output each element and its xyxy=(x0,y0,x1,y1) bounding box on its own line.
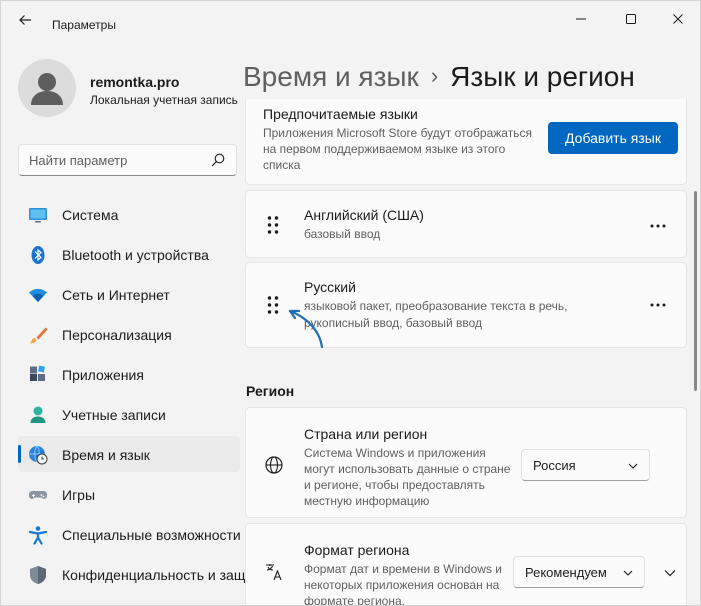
more-options-button[interactable] xyxy=(648,216,668,236)
wifi-icon xyxy=(29,288,47,302)
preferred-languages-title: Предпочитаемые языки xyxy=(263,106,418,122)
more-options-button[interactable] xyxy=(648,295,668,315)
user-silhouette-icon xyxy=(31,73,63,105)
search-icon[interactable] xyxy=(211,153,225,167)
display-icon xyxy=(29,208,47,223)
more-icon xyxy=(650,303,666,307)
page-title: Язык и регион xyxy=(450,61,635,92)
bluetooth-icon xyxy=(31,246,45,264)
breadcrumb-parent[interactable]: Время и язык xyxy=(243,61,419,92)
minimize-icon xyxy=(576,18,586,20)
drag-handle-icon[interactable] xyxy=(266,215,280,235)
sidebar-item-label: Учетные записи xyxy=(62,407,166,423)
expand-chevron-icon[interactable] xyxy=(663,566,677,580)
app-title: Параметры xyxy=(52,18,116,32)
region-format-select[interactable]: Рекомендуем xyxy=(513,556,645,588)
sidebar-item-accessibility[interactable]: Специальные возможности xyxy=(18,516,241,552)
region-format-description: Формат дат и времени в Windows и некотор… xyxy=(304,562,502,606)
region-format-title: Формат региона xyxy=(304,542,410,558)
language-name: Русский xyxy=(304,279,356,295)
sidebar-item-label: Конфиденциальность и защита xyxy=(62,567,268,583)
country-region-title: Страна или регион xyxy=(304,426,428,442)
sidebar-item-label: Сеть и Интернет xyxy=(62,287,170,303)
country-select-value: Россия xyxy=(533,458,576,473)
sidebar-item-time-language[interactable]: Время и язык xyxy=(18,436,240,472)
sidebar-item-label: Персонализация xyxy=(62,327,172,343)
sidebar-item-system[interactable]: Система xyxy=(18,196,240,232)
sidebar-item-label: Специальные возможности xyxy=(62,527,241,543)
globe-icon xyxy=(265,456,283,474)
sidebar-item-apps[interactable]: Приложения xyxy=(18,356,240,392)
country-select[interactable]: Россия xyxy=(521,449,650,481)
gamepad-icon xyxy=(29,491,47,499)
sidebar-item-label: Система xyxy=(62,207,119,223)
settings-window: Параметры remontka.pro Локальная учетная… xyxy=(0,0,701,606)
back-arrow-icon xyxy=(19,15,31,25)
sidebar-item-label: Игры xyxy=(62,487,96,503)
time-language-icon xyxy=(29,445,48,465)
region-heading: Регион xyxy=(246,383,295,399)
drag-handle-icon[interactable] xyxy=(266,295,280,315)
region-format-select-value: Рекомендуем xyxy=(525,565,607,580)
region-format-icon xyxy=(266,564,282,581)
sidebar-nav: Система Bluetooth и устройства Сеть и Ин… xyxy=(18,196,267,596)
user-name: remontka.pro xyxy=(90,74,180,90)
region-format-card[interactable]: Формат региона Формат дат и времени в Wi… xyxy=(245,523,687,606)
title-bar: Параметры xyxy=(1,1,700,37)
annotation-arrow-icon xyxy=(288,309,324,349)
language-description: базовый ввод xyxy=(304,227,381,241)
chevron-down-icon xyxy=(628,463,638,469)
country-region-description: Система Windows и приложения могут испол… xyxy=(304,446,511,508)
apps-icon xyxy=(30,365,46,381)
scrollbar[interactable] xyxy=(694,191,697,391)
maximize-icon xyxy=(626,14,636,24)
country-region-card: Страна или регион Система Windows и прил… xyxy=(245,407,687,518)
search-box[interactable] xyxy=(18,144,237,176)
sidebar-item-network[interactable]: Сеть и Интернет xyxy=(18,276,240,312)
preferred-languages-description: Приложения Microsoft Store будут отображ… xyxy=(263,126,532,172)
search-input[interactable] xyxy=(29,151,199,169)
account-type: Локальная учетная запись xyxy=(90,93,238,107)
language-name: Английский (США) xyxy=(304,207,424,223)
sidebar-item-gaming[interactable]: Игры xyxy=(18,476,240,512)
person-icon xyxy=(30,406,46,423)
maximize-button[interactable] xyxy=(608,5,654,33)
shield-icon xyxy=(30,566,46,584)
sidebar-item-label: Приложения xyxy=(62,367,144,383)
breadcrumb-separator: › xyxy=(430,63,439,88)
close-button[interactable] xyxy=(655,5,700,33)
sidebar-item-bluetooth[interactable]: Bluetooth и устройства xyxy=(18,236,240,272)
preferred-languages-card: Предпочитаемые языки Приложения Microsof… xyxy=(245,99,687,185)
chevron-down-icon xyxy=(623,570,633,576)
language-item-english[interactable]: Английский (США) базовый ввод xyxy=(245,190,687,258)
sidebar-item-label: Время и язык xyxy=(62,447,150,463)
close-icon xyxy=(673,14,683,24)
sidebar-item-personalization[interactable]: Персонализация xyxy=(18,316,240,352)
more-icon xyxy=(650,224,666,228)
sidebar-item-accounts[interactable]: Учетные записи xyxy=(18,396,240,432)
sidebar-item-label: Bluetooth и устройства xyxy=(62,247,209,263)
breadcrumb: Время и язык › Язык и регион xyxy=(243,61,635,93)
back-button[interactable] xyxy=(11,9,39,31)
minimize-button[interactable] xyxy=(558,5,604,33)
accessibility-icon xyxy=(28,526,48,545)
avatar[interactable] xyxy=(18,59,76,117)
language-description: языковой пакет, преобразование текста в … xyxy=(304,299,568,330)
add-language-button[interactable]: Добавить язык xyxy=(548,122,678,154)
sidebar-item-privacy[interactable]: Конфиденциальность и защита xyxy=(18,556,267,592)
brush-icon xyxy=(30,327,48,344)
